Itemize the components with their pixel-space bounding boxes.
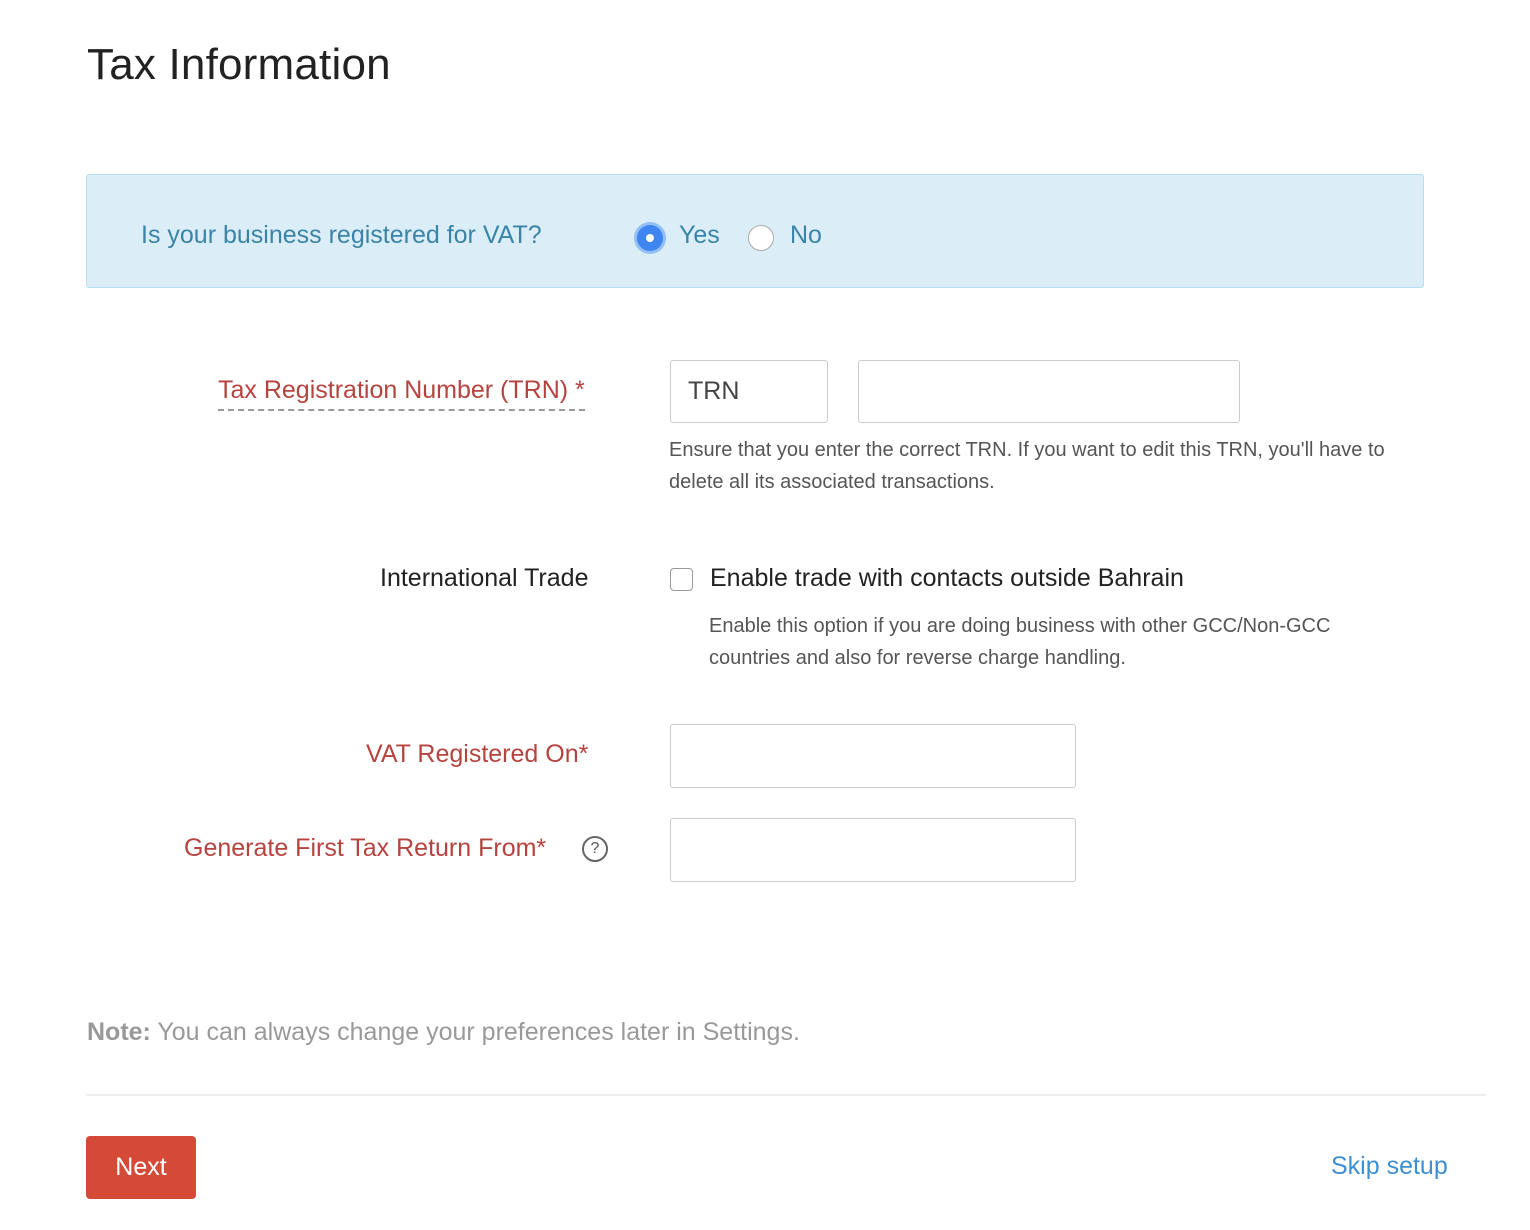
international-trade-label: International Trade [380,564,589,592]
international-trade-hint: Enable this option if you are doing busi… [709,615,1331,669]
help-icon[interactable]: ? [582,836,608,862]
trn-number-input[interactable] [858,360,1240,423]
next-button[interactable]: Next [86,1136,196,1199]
vat-registered-on-label: VAT Registered On* [366,740,589,768]
vat-question-label: Is your business registered for VAT? [141,221,542,249]
vat-registration-banner: Is your business registered for VAT? Yes… [86,174,1424,288]
vat-no-radio[interactable] [748,225,774,251]
trn-prefix-input[interactable] [670,360,828,423]
first-tax-return-label: Generate First Tax Return From* [184,834,547,862]
vat-yes-radio[interactable] [637,225,663,251]
trn-hint: Ensure that you enter the correct TRN. I… [669,439,1385,493]
vat-yes-label[interactable]: Yes [679,221,720,250]
international-trade-checkbox[interactable] [670,568,693,591]
vat-no-label[interactable]: No [790,221,822,250]
note-text: You can always change your preferences l… [150,1018,800,1046]
footer-divider [86,1094,1486,1096]
settings-note: Note: You can always change your prefere… [87,1018,800,1047]
vat-registered-on-input[interactable] [670,724,1076,788]
page-title: Tax Information [87,40,391,89]
trn-label: Tax Registration Number (TRN) * [218,376,585,411]
note-prefix: Note: [87,1018,151,1046]
international-trade-checkbox-label[interactable]: Enable trade with contacts outside Bahra… [710,564,1184,593]
first-tax-return-input[interactable] [670,818,1076,882]
skip-setup-link[interactable]: Skip setup [1331,1152,1448,1181]
